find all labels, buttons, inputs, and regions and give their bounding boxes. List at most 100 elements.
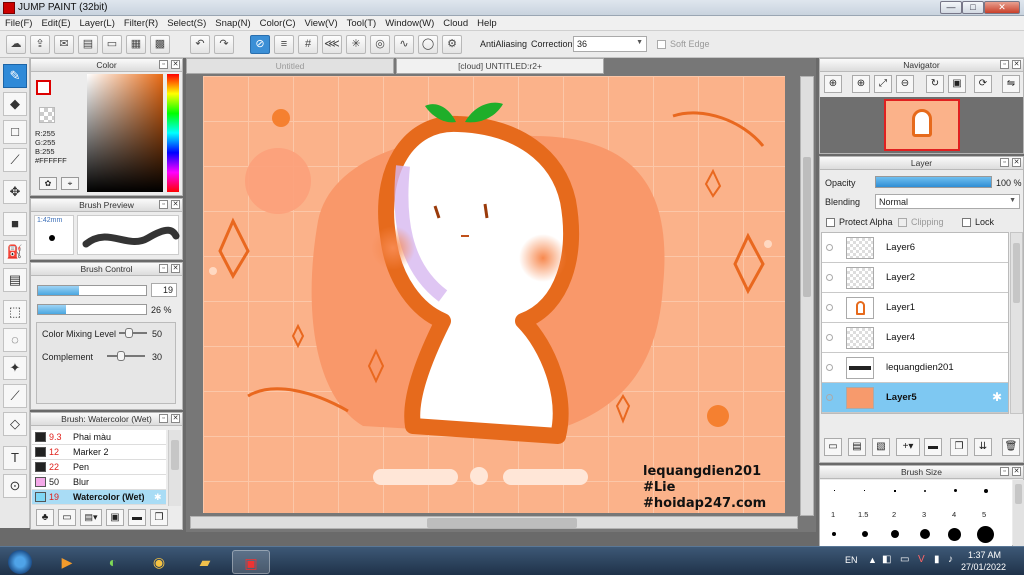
brush-size-input[interactable]: 19 <box>151 283 177 297</box>
zoom-fit-icon[interactable]: ⊕ <box>824 75 842 93</box>
menu-color[interactable]: Color(C) <box>255 16 300 29</box>
panel-float-icon[interactable]: ▫ <box>1000 60 1009 69</box>
color-saturation-field[interactable] <box>87 74 163 192</box>
new-icon[interactable]: ▭ <box>102 35 122 54</box>
brush-item[interactable]: 12 Marker 2 <box>32 445 166 460</box>
panel-float-icon[interactable]: ▫ <box>159 264 168 273</box>
visibility-icon[interactable] <box>826 274 833 281</box>
export-icon[interactable]: ⇪ <box>30 35 50 54</box>
app-green-icon[interactable]: ◐ <box>94 550 132 574</box>
fit-icon[interactable]: ▣ <box>948 75 966 93</box>
brush-tool-icon[interactable]: ✎ <box>3 64 27 88</box>
layer-row[interactable]: Layer2 <box>822 263 1008 293</box>
line-tool-icon[interactable]: ⟋ <box>3 148 27 172</box>
correction-select[interactable]: 36 ▼ <box>573 36 647 52</box>
gear-icon[interactable]: ✱ <box>992 390 1002 404</box>
layer-row[interactable]: Layer1 <box>822 293 1008 323</box>
tray-app2-icon[interactable]: ▭ <box>900 554 909 565</box>
visibility-icon[interactable] <box>826 244 833 251</box>
start-button[interactable] <box>8 550 32 574</box>
transparent-swatch[interactable] <box>39 107 55 123</box>
magic-wand-icon[interactable]: ✦ <box>3 356 27 380</box>
panel-close-icon[interactable]: ✕ <box>171 414 180 423</box>
page-icon[interactable]: ▦ <box>126 35 146 54</box>
folder-icon[interactable]: ▬ <box>128 509 146 526</box>
mixing-slider-thumb[interactable] <box>125 328 133 338</box>
foreground-color-swatch[interactable] <box>36 80 51 95</box>
circle-snap-icon[interactable]: ◎ <box>370 35 390 54</box>
undo-icon[interactable]: ↶ <box>190 35 210 54</box>
menu-edit[interactable]: Edit(E) <box>36 16 74 29</box>
softedge-checkbox[interactable] <box>657 40 666 49</box>
menu-help[interactable]: Help <box>472 16 501 29</box>
select-rect-icon[interactable]: ⬚ <box>3 300 27 324</box>
blending-select[interactable]: Normal ▼ <box>875 194 1020 209</box>
menu-snap[interactable]: Snap(N) <box>210 16 254 29</box>
eraser-tool-icon[interactable]: ◆ <box>3 92 27 116</box>
radial-snap-icon[interactable]: ✳ <box>346 35 366 54</box>
eyedropper-tool-icon[interactable]: ⊙ <box>3 474 27 498</box>
navigator-preview[interactable] <box>820 97 1023 153</box>
comment-icon[interactable]: ✉ <box>54 35 74 54</box>
brush-size-slider[interactable] <box>37 285 147 296</box>
rect-tool-icon[interactable]: □ <box>3 120 27 144</box>
visibility-icon[interactable] <box>826 364 833 371</box>
select-eraser-icon[interactable]: ◇ <box>3 412 27 436</box>
panel-close-icon[interactable]: ✕ <box>1012 60 1021 69</box>
menu-cloud[interactable]: Cloud <box>438 16 472 29</box>
panel-float-icon[interactable]: ▫ <box>159 60 168 69</box>
brush-item[interactable]: 22 Pen <box>32 460 166 475</box>
drawing-canvas[interactable]: lequangdien201 #Lie #hoidap247.com <box>203 76 785 513</box>
reset-rotation-icon[interactable]: ⟳ <box>974 75 992 93</box>
visibility-icon[interactable] <box>826 304 833 311</box>
maximize-button[interactable]: □ <box>962 1 984 14</box>
brush-size-scrollbar[interactable] <box>1013 480 1024 546</box>
brush-item[interactable]: 9.3 Phai màu <box>32 430 166 445</box>
close-button[interactable]: ✕ <box>984 1 1020 14</box>
new-layer1-icon[interactable]: ▧ <box>872 438 890 456</box>
opacity-slider[interactable] <box>875 176 992 188</box>
brush-density-slider[interactable] <box>37 304 147 315</box>
gear-icon[interactable]: ✱ <box>154 490 162 504</box>
tray-v-icon[interactable]: V <box>918 554 925 565</box>
mixing-slider[interactable] <box>119 328 147 338</box>
panel-close-icon[interactable]: ✕ <box>1012 467 1021 476</box>
layer-scrollbar[interactable] <box>1010 232 1023 414</box>
minimize-button[interactable]: — <box>940 1 962 14</box>
duplicate-layer-icon[interactable]: ❐ <box>950 438 968 456</box>
panel-close-icon[interactable]: ✕ <box>171 200 180 209</box>
menu-select[interactable]: Select(S) <box>162 16 210 29</box>
snap-off-icon[interactable]: ⊘ <box>250 35 270 54</box>
panel-float-icon[interactable]: ▫ <box>159 414 168 423</box>
brush-size-grid[interactable]: 1 1.5 2 3 4 5 <box>820 480 1012 546</box>
brush-copy-icon[interactable]: ▣ <box>106 509 124 526</box>
trash-icon[interactable]: 🗑 <box>1002 438 1020 456</box>
menu-tool[interactable]: Tool(T) <box>342 16 381 29</box>
select-pen-icon[interactable]: ⟋ <box>3 384 27 408</box>
redo-icon[interactable]: ↷ <box>214 35 234 54</box>
fill-rect-tool-icon[interactable]: ■ <box>3 212 27 236</box>
clock-date[interactable]: 27/01/2022 <box>961 562 1006 572</box>
eyedropper-icon[interactable]: ⌖ <box>61 177 79 190</box>
panel-float-icon[interactable]: ▫ <box>1000 158 1009 167</box>
cloud-icon[interactable]: ☁ <box>6 35 26 54</box>
menu-layer[interactable]: Layer(L) <box>75 16 119 29</box>
clipping-checkbox[interactable] <box>898 218 907 227</box>
settings-snap-icon[interactable]: ⚙ <box>442 35 462 54</box>
merge-layer-icon[interactable]: ⇊ <box>974 438 992 456</box>
gradient-tool-icon[interactable]: ▤ <box>3 268 27 292</box>
zoom-out-icon[interactable]: ⊖ <box>896 75 914 93</box>
tray-app-icon[interactable]: ◧ <box>882 554 891 565</box>
brush-duplicate-icon[interactable]: ❐ <box>150 509 168 526</box>
layer-row[interactable]: Layer6 <box>822 233 1008 263</box>
protect-alpha-checkbox[interactable] <box>826 218 835 227</box>
file-explorer-icon[interactable]: ▰ <box>186 550 224 574</box>
brush-add-icon[interactable]: ♣ <box>36 509 54 526</box>
visibility-icon[interactable] <box>826 334 833 341</box>
zoom-full-icon[interactable]: ⤢ <box>874 75 892 93</box>
ellipse-snap-icon[interactable]: ◯ <box>418 35 438 54</box>
new-brush-icon[interactable]: ▭ <box>58 509 76 526</box>
grid-snap-icon[interactable]: # <box>298 35 318 54</box>
complement-slider[interactable] <box>107 351 145 361</box>
menu-window[interactable]: Window(W) <box>380 16 438 29</box>
